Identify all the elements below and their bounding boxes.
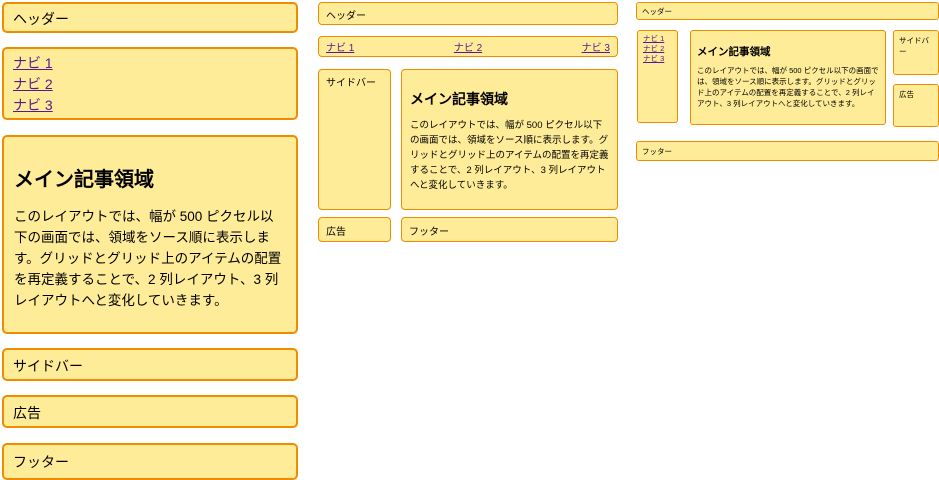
sidebar-box: サイドバー — [318, 69, 391, 210]
nav-link-2[interactable]: ナビ 2 — [454, 39, 482, 54]
main-article-heading: メイン記事領域 — [410, 89, 609, 109]
main-article-heading: メイン記事領域 — [14, 163, 286, 192]
ad-label: 広告 — [13, 405, 41, 421]
header-label: ヘッダー — [326, 11, 366, 22]
footer-label: フッター — [13, 454, 69, 470]
nav-link-1[interactable]: ナビ 1 — [13, 53, 287, 74]
sidebar-label: サイドバー — [326, 78, 376, 89]
nav-link-1[interactable]: ナビ 1 — [326, 39, 354, 54]
header-box: ヘッダー — [636, 2, 939, 20]
header-box: ヘッダー — [2, 2, 298, 33]
main-article-box: メイン記事領域 このレイアウトでは、幅が 500 ピクセル以下の画面では、領域を… — [401, 69, 618, 210]
nav-link-3[interactable]: ナビ 3 — [582, 39, 610, 54]
main-article-paragraph: このレイアウトでは、幅が 500 ピクセル以下の画面では、領域をソース順に表示し… — [410, 118, 609, 193]
nav-link-3[interactable]: ナビ 3 — [643, 54, 672, 64]
nav-box: ナビ 1 ナビ 2 ナビ 3 — [318, 36, 618, 57]
ad-label: 広告 — [899, 90, 914, 99]
main-article-paragraph: このレイアウトでは、幅が 500 ピクセル以下の画面では、領域をソース順に表示し… — [14, 206, 286, 311]
footer-box: フッター — [401, 217, 618, 242]
ad-label: 広告 — [326, 227, 346, 238]
sidebar-box: サイドバー — [893, 30, 939, 75]
main-article-box: メイン記事領域 このレイアウトでは、幅が 500 ピクセル以下の画面では、領域を… — [2, 135, 298, 334]
main-article-box: メイン記事領域 このレイアウトでは、幅が 500 ピクセル以下の画面では、領域を… — [690, 30, 886, 125]
nav-link-3[interactable]: ナビ 3 — [13, 95, 287, 116]
nav-link-2[interactable]: ナビ 2 — [643, 44, 672, 54]
ad-box: 広告 — [893, 84, 939, 127]
ad-box: 広告 — [2, 395, 298, 428]
footer-box: フッター — [636, 141, 939, 161]
sidebar-label: サイドバー — [13, 358, 83, 374]
footer-label: フッター — [409, 227, 449, 238]
ad-box: 広告 — [318, 217, 391, 242]
nav-box: ナビ 1 ナビ 2 ナビ 3 — [2, 47, 298, 120]
header-label: ヘッダー — [642, 7, 672, 16]
screen: ヘッダー ナビ 1 ナビ 2 ナビ 3 メイン記事領域 このレイアウトでは、幅が… — [0, 0, 939, 480]
header-box: ヘッダー — [318, 2, 618, 25]
sidebar-box: サイドバー — [2, 348, 298, 381]
nav-link-2[interactable]: ナビ 2 — [13, 74, 287, 95]
nav-link-1[interactable]: ナビ 1 — [643, 34, 672, 44]
nav-box: ナビ 1 ナビ 2 ナビ 3 — [637, 30, 678, 123]
footer-label: フッター — [642, 147, 672, 156]
footer-box: フッター — [2, 443, 298, 480]
sidebar-label: サイドバー — [899, 36, 929, 56]
main-article-heading: メイン記事領域 — [697, 44, 879, 59]
main-article-paragraph: このレイアウトでは、幅が 500 ピクセル以下の画面では、領域をソース順に表示し… — [697, 65, 879, 109]
header-label: ヘッダー — [13, 11, 69, 27]
